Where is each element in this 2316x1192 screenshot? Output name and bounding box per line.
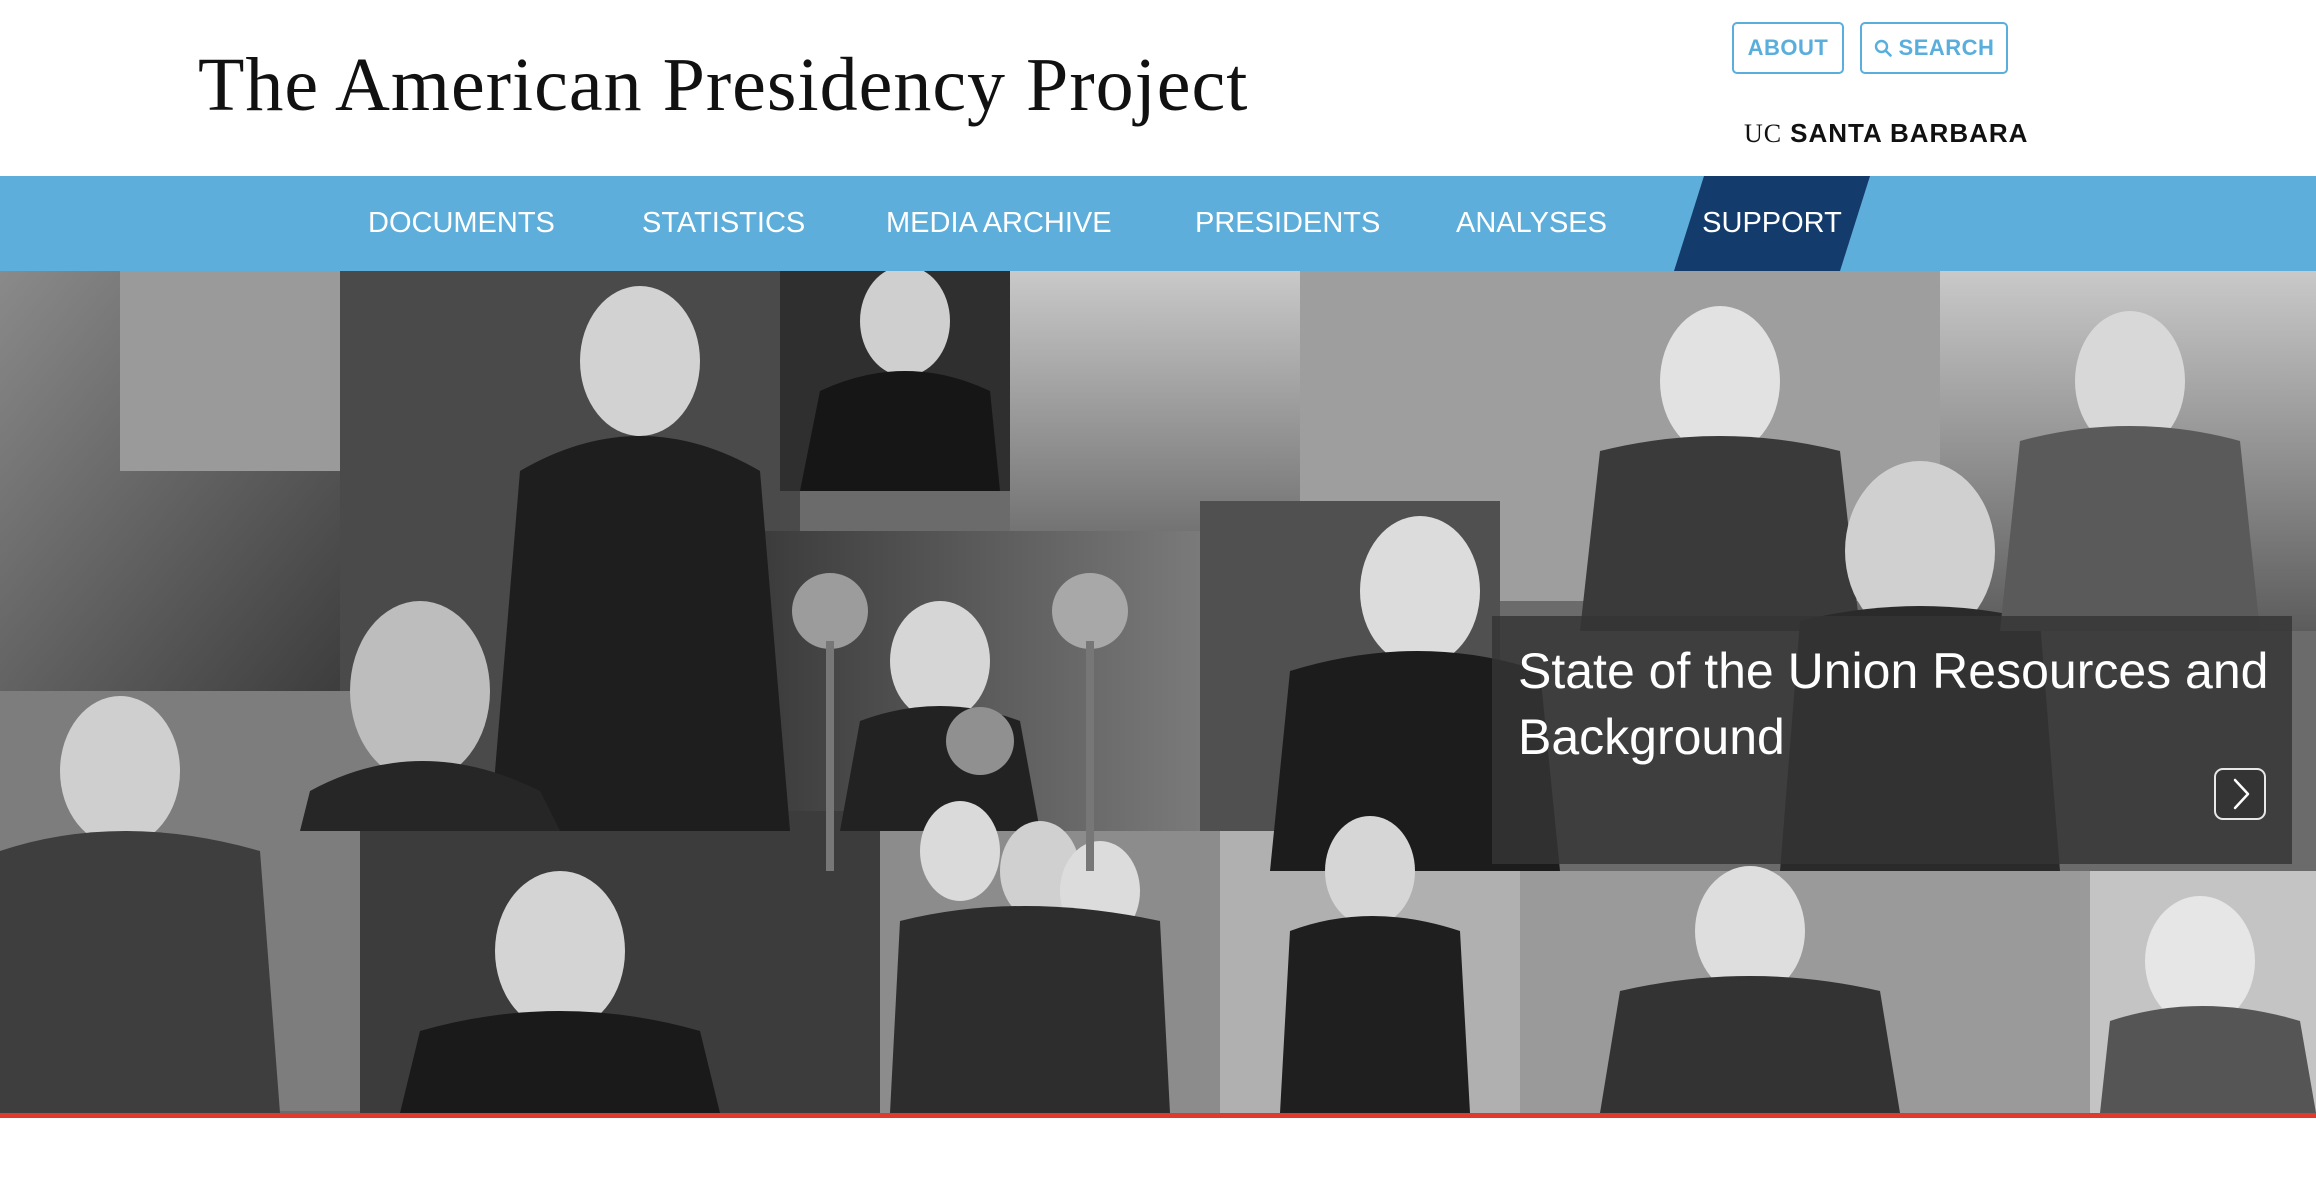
- hero-slideshow: State of the Union Resources and Backgro…: [0, 271, 2316, 1113]
- nav-presidents[interactable]: PRESIDENTS: [1195, 176, 1380, 271]
- ucsb-logo-name: SANTA BARBARA: [1790, 118, 2029, 148]
- main-nav: DOCUMENTS STATISTICS MEDIA ARCHIVE PRESI…: [0, 176, 2316, 271]
- nav-media-archive[interactable]: MEDIA ARCHIVE: [886, 176, 1112, 271]
- site-title[interactable]: The American Presidency Project: [198, 42, 1248, 129]
- nav-support[interactable]: SUPPORT: [1674, 176, 1870, 271]
- search-icon: [1874, 39, 1892, 57]
- slide-caption-title[interactable]: State of the Union Resources and Backgro…: [1518, 638, 2278, 770]
- ucsb-logo-prefix: UC: [1744, 119, 1783, 148]
- about-button-label: ABOUT: [1747, 35, 1829, 60]
- nav-documents[interactable]: DOCUMENTS: [368, 176, 555, 271]
- nav-analyses[interactable]: ANALYSES: [1456, 176, 1607, 271]
- accent-divider: [0, 1113, 2316, 1118]
- chevron-right-icon: [2233, 778, 2250, 810]
- nav-support-label: SUPPORT: [1702, 207, 1842, 239]
- nav-statistics[interactable]: STATISTICS: [642, 176, 805, 271]
- about-button[interactable]: ABOUT: [1732, 22, 1844, 74]
- ucsb-logo[interactable]: UC SANTA BARBARA: [1744, 118, 2028, 149]
- slide-caption[interactable]: State of the Union Resources and Backgro…: [1492, 616, 2292, 864]
- slide-next-button[interactable]: [2214, 768, 2266, 820]
- search-button[interactable]: SEARCH: [1860, 22, 2008, 74]
- search-button-label: SEARCH: [1898, 35, 1995, 60]
